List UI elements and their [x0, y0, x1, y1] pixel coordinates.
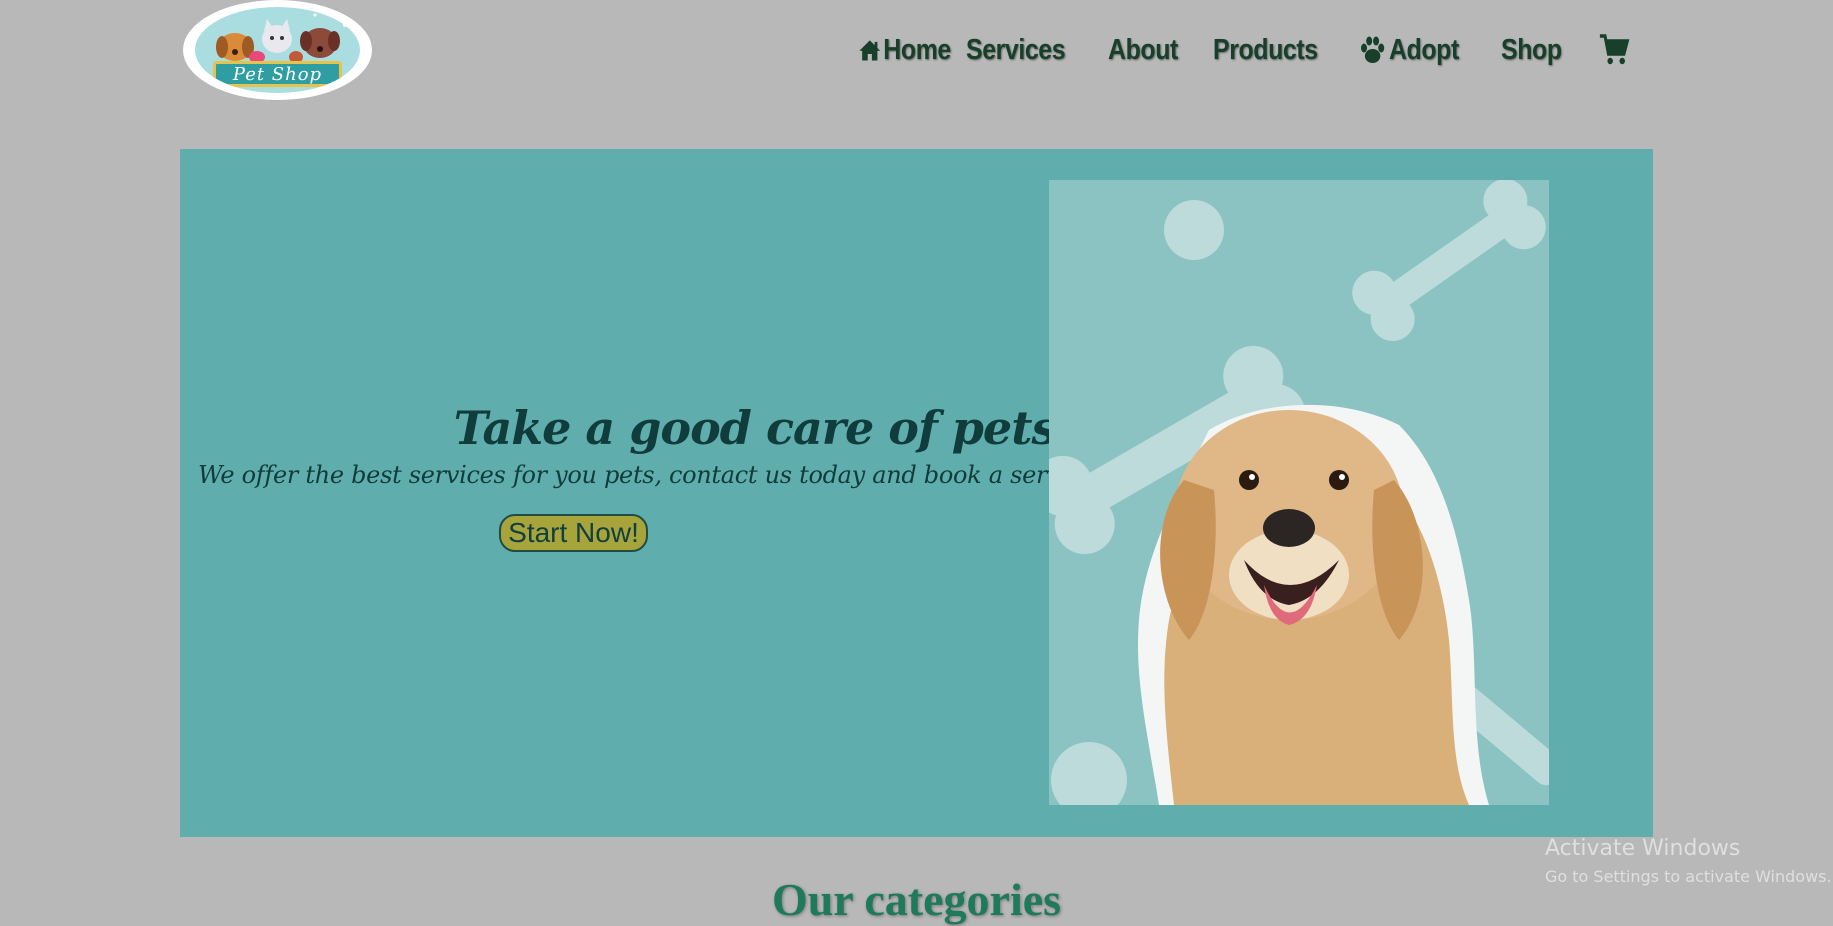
watermark-subtitle: Go to Settings to activate Windows.	[1545, 867, 1832, 886]
nav-about-label: About	[1108, 33, 1178, 66]
windows-activation-watermark: Activate Windows Go to Settings to activ…	[1545, 836, 1832, 886]
hero-subtitle: We offer the best services for you pets,…	[198, 461, 1107, 489]
home-icon	[859, 40, 881, 61]
paw-icon	[1361, 36, 1385, 63]
start-now-button[interactable]: Start Now!	[499, 514, 648, 552]
logo[interactable]: Pet Shop	[183, 0, 372, 100]
nav-shop[interactable]: Shop	[1501, 34, 1582, 67]
nav-home-label: Home	[883, 33, 951, 66]
nav-services-label: Services	[966, 33, 1066, 66]
logo-banner: Pet Shop	[213, 61, 342, 87]
cart-icon	[1599, 34, 1630, 65]
nav-about[interactable]: About	[1108, 34, 1198, 67]
hero-section: Take a good care of pets We offer the be…	[180, 149, 1653, 837]
main-nav: Home Services About Products Adopt Shop	[858, 28, 1635, 72]
nav-products[interactable]: Products	[1213, 34, 1338, 67]
nav-products-label: Products	[1213, 33, 1318, 66]
logo-badge: Pet Shop	[195, 7, 360, 93]
hero-dog-image	[1049, 180, 1549, 805]
logo-text: Pet Shop	[232, 63, 323, 85]
watermark-title: Activate Windows	[1545, 836, 1741, 861]
cart-button[interactable]	[1599, 33, 1630, 67]
nav-home[interactable]: Home	[858, 34, 951, 67]
dog-illustration	[1049, 180, 1549, 805]
nav-adopt[interactable]: Adopt	[1358, 34, 1481, 67]
nav-shop-label: Shop	[1501, 33, 1562, 66]
nav-adopt-label: Adopt	[1388, 33, 1459, 66]
nav-services[interactable]: Services	[966, 34, 1088, 67]
